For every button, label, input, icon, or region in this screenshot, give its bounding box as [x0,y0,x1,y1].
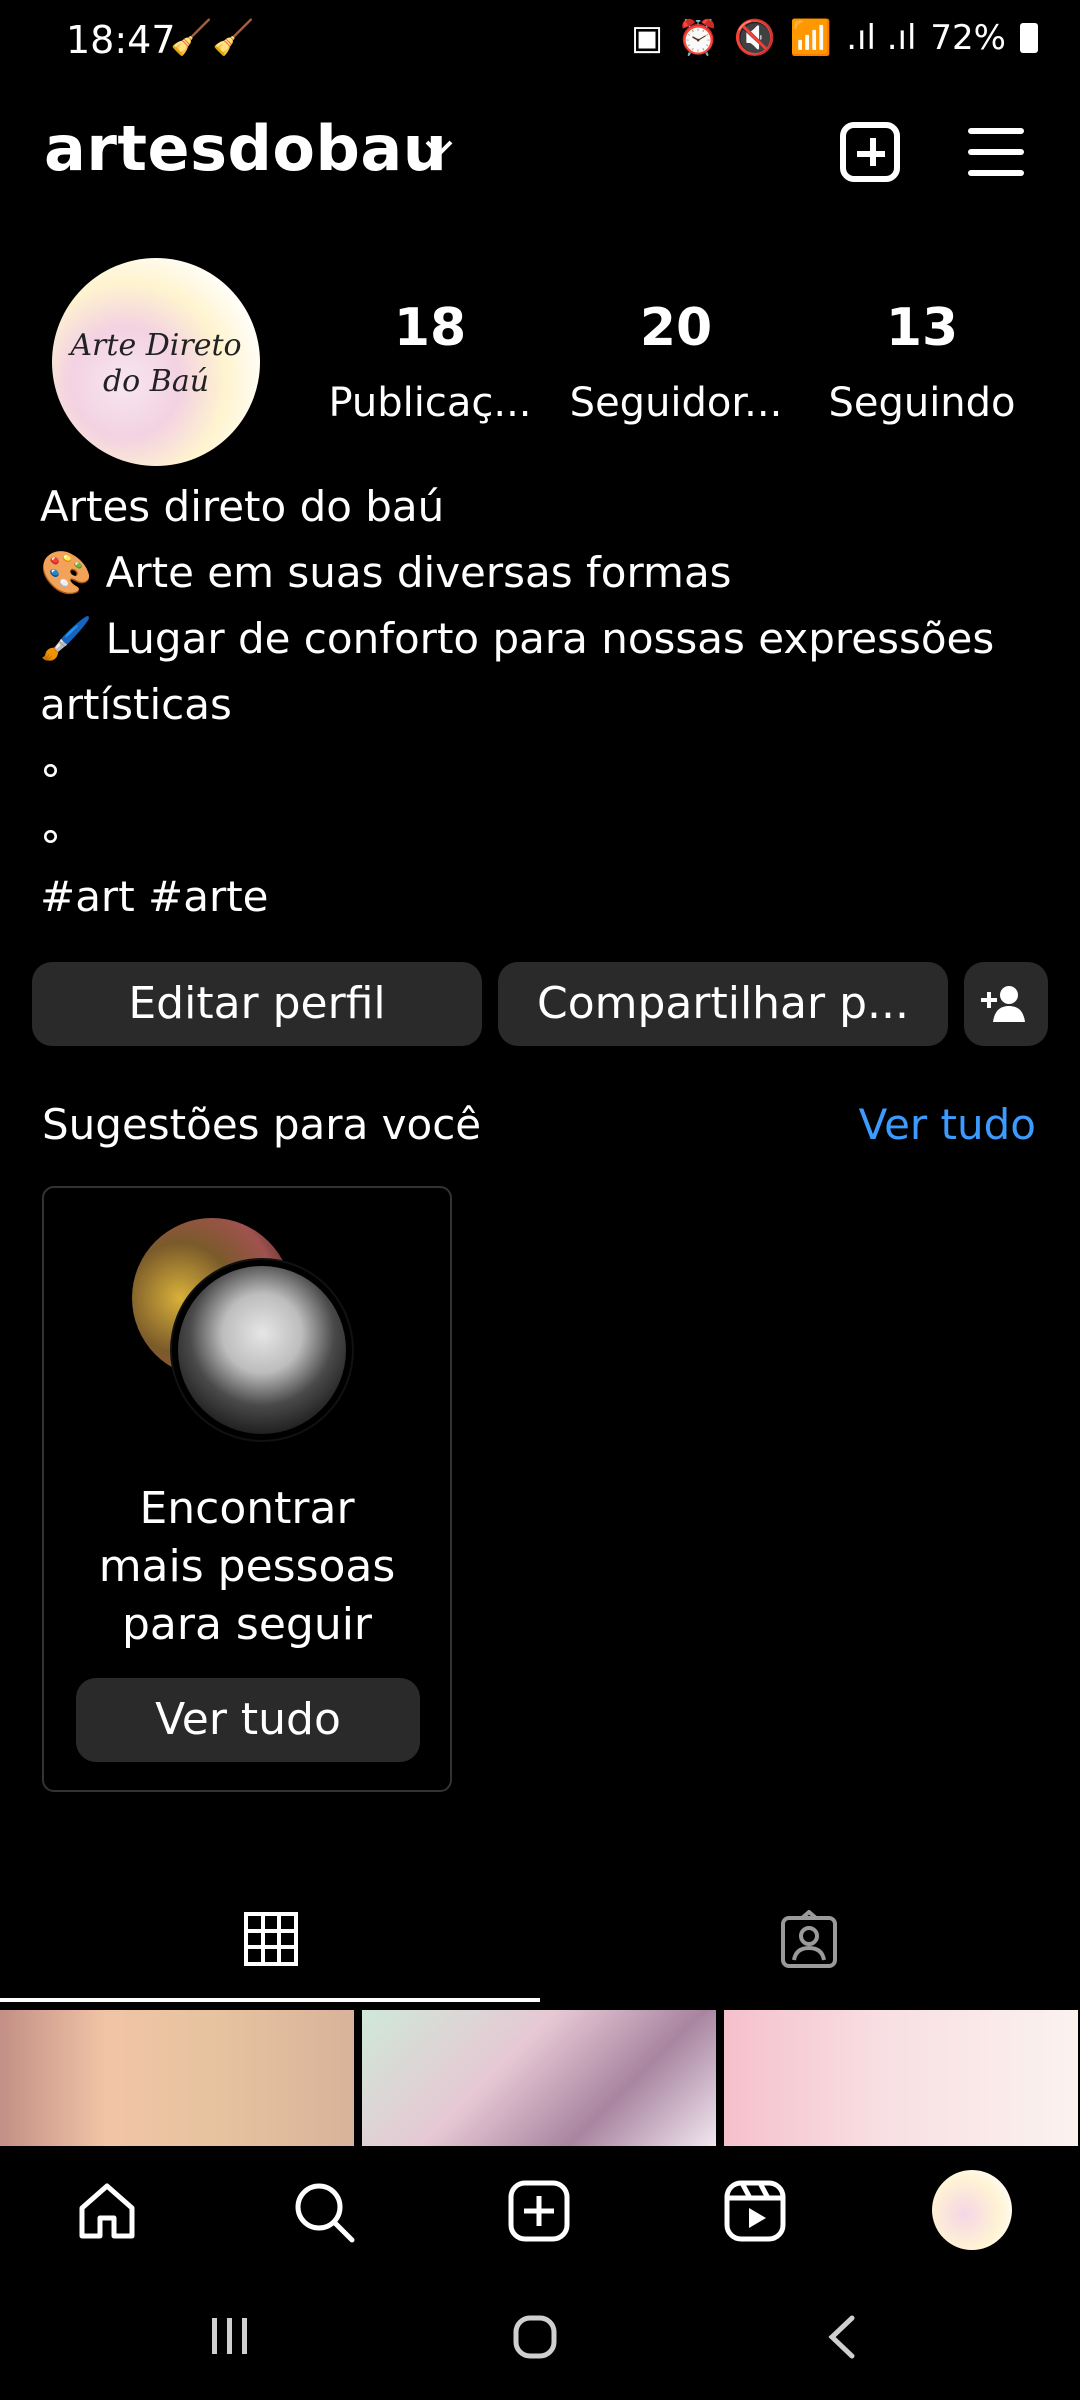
card-text: mais pessoas [98,1541,396,1592]
chevron-down-icon[interactable] [424,138,454,158]
cleaner-icons: 🧹🧹 [170,18,255,58]
bio-line: 🎨 Arte em suas diversas formas [40,548,732,597]
profile-avatar[interactable] [932,2170,1012,2250]
reels-icon[interactable] [724,2180,786,2242]
home-circle-icon[interactable] [510,2312,560,2362]
following-label[interactable]: Seguindo [802,380,1042,426]
post-thumbnail[interactable] [0,2010,354,2146]
battery-icon [1020,23,1038,53]
bio-line: artísticas [40,680,232,729]
followers-label[interactable]: Seguidor... [556,380,796,426]
post-thumbnail[interactable] [724,2010,1078,2146]
signal-icon: .ıl .ıl [846,18,917,58]
create-post-icon[interactable] [840,122,900,182]
card-see-all-button[interactable]: Ver tudo [76,1678,420,1762]
tab-indicator [0,1998,540,2002]
avatar-logo-text: do Baú [102,364,210,399]
tagged-icon[interactable] [780,1910,838,1968]
discover-people-button[interactable] [964,962,1048,1046]
profile-avatar[interactable]: Arte Direto do Baú [52,258,260,466]
grid-icon[interactable] [244,1912,298,1966]
post-thumbnail[interactable] [362,2010,716,2146]
bio-dot: ° [40,756,61,805]
battery-level: 72% [930,18,1006,58]
posts-count[interactable]: 18 [310,298,550,358]
menu-icon[interactable] [968,126,1024,178]
battery-saver-icon: ▣ [631,18,664,58]
see-all-link[interactable]: Ver tudo [859,1100,1036,1149]
status-icons: ▣ ⏰ 🔇 📶 .ıl .ıl 72% [631,18,1038,58]
wifi-icon: 📶 [789,18,833,58]
back-icon[interactable] [822,2312,862,2362]
card-text: para seguir [121,1599,373,1650]
bio-line: 🖌️ Lugar de conforto para nossas express… [40,614,995,663]
status-time: 18:47 [66,18,176,62]
suggestion-avatar-photo [178,1266,346,1434]
edit-profile-button[interactable]: Editar perfil [32,962,482,1046]
mute-icon: 🔇 [733,18,776,58]
search-icon[interactable] [292,2180,356,2244]
create-icon[interactable] [508,2180,570,2242]
suggestions-title: Sugestões para você [42,1100,482,1149]
alarm-icon: ⏰ [677,18,720,58]
posts-label[interactable]: Publicaç... [310,380,550,426]
bio-hashtags[interactable]: #art #arte [40,864,269,930]
add-person-icon [981,986,1025,1022]
suggestion-avatar-ring [170,1258,354,1442]
home-icon[interactable] [76,2180,138,2242]
profile-username[interactable]: artesdobau [44,112,447,185]
card-text: Encontrar [139,1483,355,1534]
bio-name: Artes direto do baú [40,482,445,531]
followers-count[interactable]: 20 [556,298,796,358]
recents-icon[interactable] [208,2314,252,2358]
share-profile-button[interactable]: Compartilhar p... [498,962,948,1046]
following-count[interactable]: 13 [802,298,1042,358]
avatar-logo-text: Arte Direto [70,328,242,363]
